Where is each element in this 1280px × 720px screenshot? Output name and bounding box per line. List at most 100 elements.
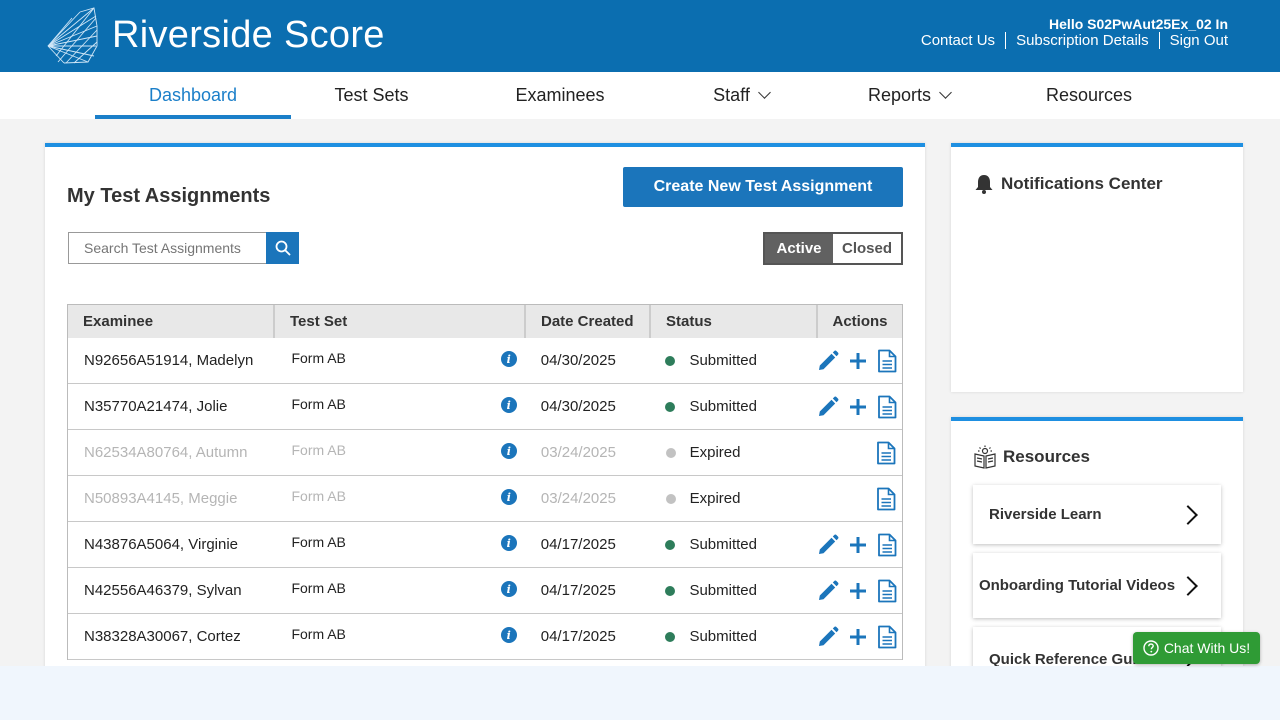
create-test-assignment-button[interactable]: Create New Test Assignment [623, 167, 903, 207]
subscription-details-link[interactable]: Subscription Details [1016, 32, 1149, 49]
status-text: Submitted [689, 398, 757, 415]
edit-pencil-icon[interactable] [816, 579, 840, 603]
actions-cell [816, 568, 902, 613]
table-row[interactable]: N62534A80764, Autumn Form AB i 03/24/2025 Ex… [68, 430, 902, 476]
test-set-cell: Form AB i [274, 384, 524, 429]
search-input[interactable] [69, 233, 267, 263]
edit-pencil-icon[interactable] [816, 395, 840, 419]
status-dot-icon [665, 585, 676, 596]
test-set-text: Form AB [291, 396, 346, 412]
report-document-icon[interactable] [874, 487, 898, 511]
chevron-down-icon [757, 86, 771, 99]
table-row[interactable]: N50893A4145, Meggie Form AB i 03/24/2025 Exp… [68, 476, 902, 522]
info-icon[interactable]: i [500, 627, 517, 643]
riverside-logo-icon [47, 7, 98, 64]
date-created-cell: 04/17/2025 [540, 582, 616, 599]
contact-us-link[interactable]: Contact Us [921, 32, 995, 49]
actions-cell [816, 476, 902, 521]
table-row[interactable]: N43876A5064, Virginie Form AB i 04/17/2025 S… [68, 522, 902, 568]
test-assignments-card: My Test Assignments Create New Test Assi… [45, 143, 925, 683]
info-icon[interactable]: i [500, 489, 517, 505]
report-document-icon[interactable] [874, 441, 898, 465]
examinee-cell[interactable]: N62534A80764, Autumn [68, 430, 275, 475]
status-cell: Submitted [649, 614, 816, 659]
edit-pencil-icon[interactable] [816, 349, 840, 373]
date-created-cell: 04/17/2025 [540, 536, 616, 553]
col-date-created[interactable]: Date Created [526, 305, 651, 338]
date-created-cell: 04/30/2025 [540, 398, 616, 415]
edit-pencil-icon[interactable] [816, 533, 840, 557]
test-set-text: Form AB [291, 534, 346, 550]
tab-label: Dashboard [148, 85, 238, 105]
resource-label: Riverside Learn [989, 506, 1102, 523]
status-text: Submitted [689, 582, 757, 599]
examinee-cell[interactable]: N35770A21474, Jolie [68, 384, 274, 429]
tab-reports[interactable]: Reports [848, 72, 970, 119]
info-icon[interactable]: i [500, 351, 517, 367]
table-row[interactable]: N92656A51914, Madelyn Form AB i 04/30/2025 S… [68, 338, 902, 384]
status-text: Submitted [689, 628, 757, 645]
resource-onboarding-videos[interactable]: Onboarding Tutorial Videos [973, 553, 1221, 618]
test-set-text: Form AB [291, 442, 346, 458]
chat-label: Chat With Us! [1163, 640, 1251, 656]
report-document-icon[interactable] [875, 533, 898, 557]
info-icon[interactable]: i [500, 581, 517, 597]
status-text: Submitted [689, 352, 757, 369]
tab-resources[interactable]: Resources [1025, 72, 1153, 119]
date-created-cell: 04/30/2025 [540, 352, 616, 369]
examinee-cell[interactable]: N43876A5064, Virginie [68, 522, 274, 567]
test-set-text: Form AB [291, 580, 346, 596]
examinee-cell[interactable]: N92656A51914, Madelyn [68, 338, 274, 383]
actions-cell [816, 522, 902, 567]
examinee-cell[interactable]: N50893A4145, Meggie [68, 476, 275, 521]
test-set-cell: Form AB i [274, 614, 524, 659]
report-document-icon[interactable] [875, 395, 898, 419]
sign-out-link[interactable]: Sign Out [1170, 32, 1228, 49]
help-circle-icon [1143, 640, 1159, 656]
report-document-icon[interactable] [875, 625, 898, 649]
card-title: My Test Assignments [67, 185, 271, 207]
search-button[interactable] [266, 232, 299, 264]
add-plus-icon[interactable] [846, 395, 869, 419]
status-cell: Expired [650, 430, 817, 475]
col-test-set[interactable]: Test Set [275, 305, 526, 338]
tab-staff[interactable]: Staff [680, 72, 802, 119]
edit-pencil-icon[interactable] [816, 625, 840, 649]
test-set-cell: Form AB i [274, 522, 524, 567]
notifications-title-text: Notifications Center [1001, 174, 1163, 193]
status-dot-icon [665, 493, 676, 504]
add-plus-icon[interactable] [846, 625, 869, 649]
add-plus-icon[interactable] [846, 349, 869, 373]
info-icon[interactable]: i [500, 535, 517, 551]
tab-examinees[interactable]: Examinees [483, 72, 637, 119]
info-icon[interactable]: i [500, 397, 517, 413]
col-examinee[interactable]: Examinee [68, 305, 275, 338]
resource-riverside-learn[interactable]: Riverside Learn [973, 485, 1221, 544]
date-created-cell: 03/24/2025 [540, 444, 616, 461]
tab-test-sets[interactable]: Test Sets [291, 72, 452, 119]
resource-label: Onboarding Tutorial Videos [978, 577, 1176, 594]
toggle-closed[interactable]: Closed [833, 234, 901, 263]
info-icon[interactable]: i [500, 443, 517, 459]
add-plus-icon[interactable] [846, 533, 869, 557]
table-row[interactable]: N35770A21474, Jolie Form AB i 04/30/2025 Sub… [68, 384, 902, 430]
add-plus-icon[interactable] [846, 579, 869, 603]
chat-button[interactable]: Chat With Us! [1133, 632, 1260, 664]
actions-cell [816, 430, 902, 475]
report-document-icon[interactable] [875, 579, 898, 603]
examinee-cell[interactable]: N38328A30067, Cortez [68, 614, 274, 659]
examinee-cell[interactable]: N42556A46379, Sylvan [68, 568, 274, 613]
report-document-icon[interactable] [875, 349, 898, 373]
account-links: Contact Us Subscription Details Sign Out [921, 32, 1228, 49]
table-row[interactable]: N38328A30067, Cortez Form AB i 04/17/2025 Su… [68, 614, 902, 660]
chevron-down-icon [939, 86, 952, 99]
tab-dashboard[interactable]: Dashboard [95, 72, 291, 119]
tab-label: Reports [867, 85, 932, 105]
status-cell: Submitted [649, 568, 816, 613]
table-row[interactable]: N42556A46379, Sylvan Form AB i 04/17/2025 Su… [68, 568, 902, 614]
toggle-active[interactable]: Active [765, 234, 833, 263]
col-status[interactable]: Status [651, 305, 818, 338]
resources-title: Resources [973, 445, 1090, 469]
notifications-card: Notifications Center [951, 143, 1243, 392]
status-dot-icon [665, 447, 676, 458]
